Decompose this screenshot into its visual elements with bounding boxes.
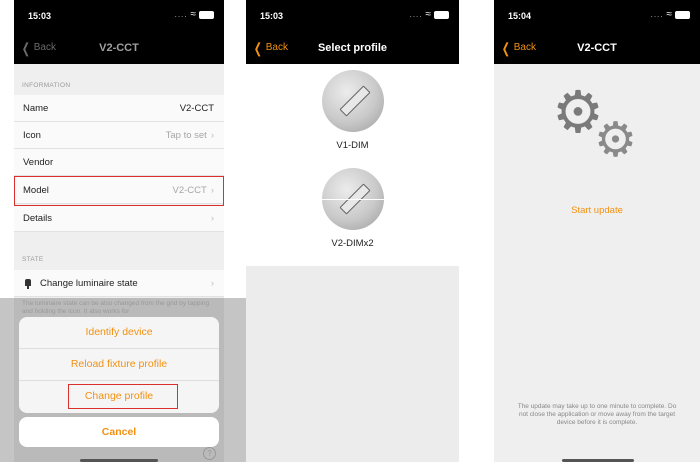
state-note: The luminaire state can be also changed …	[22, 300, 210, 315]
update-screen: 15:04 .... ≈ ❮ Back V2-CCT ⚙ ⚙ Start upd…	[494, 0, 700, 462]
status-bar: 15:04 .... ≈	[494, 0, 700, 34]
empty-area	[246, 266, 459, 462]
profile-name: V2-DIMx2	[331, 238, 374, 249]
page-title: V2-CCT	[577, 42, 617, 54]
row-label: Change luminaire state	[40, 278, 138, 289]
gear-small-icon: ⚙	[594, 114, 638, 167]
identify-device-button[interactable]: Identify device	[19, 317, 219, 348]
chevron-right-icon: ›	[210, 278, 214, 289]
row-value: ›	[207, 278, 214, 289]
row-label: Details	[23, 213, 53, 224]
profile-option-v2-dimx2[interactable]: V2-DIMx2	[246, 168, 459, 249]
select-profile-screen: 15:03 .... ≈ ❮ Back Select profile V1-DI…	[246, 0, 459, 462]
row-name[interactable]: Name V2-CCT	[14, 95, 224, 122]
battery-icon	[199, 10, 214, 19]
profile-option-v1-dim[interactable]: V1-DIM	[246, 70, 459, 151]
row-change-luminaire-state[interactable]: Change luminaire state ›	[14, 270, 224, 297]
row-value: ›	[207, 213, 214, 224]
chevron-right-icon: ›	[210, 213, 214, 224]
row-label: Icon	[23, 130, 41, 141]
signal-icon: ....	[650, 10, 664, 19]
update-info-text: The update may take up to one minute to …	[517, 403, 677, 426]
row-vendor[interactable]: Vendor	[14, 149, 224, 176]
page-title: V2-CCT	[99, 42, 139, 54]
change-profile-highlight	[68, 384, 178, 409]
row-value: V2-CCT	[179, 103, 214, 114]
chevron-right-icon: ›	[210, 130, 214, 141]
fixture-icon	[321, 168, 384, 230]
section-header-information: INFORMATION	[22, 82, 71, 89]
status-time: 15:03	[260, 11, 284, 21]
wifi-icon: ≈	[190, 9, 197, 20]
nav-bar: ❮ Back Select profile	[246, 34, 459, 64]
signal-icon: ....	[409, 10, 423, 19]
wifi-icon: ≈	[666, 9, 673, 20]
nav-bar: ❮ Back V2-CCT	[494, 34, 700, 64]
fixture-icon	[321, 70, 384, 132]
nav-bar: ❮ Back V2-CCT	[14, 34, 224, 64]
row-icon[interactable]: Icon Tap to set ›	[14, 122, 224, 149]
signal-icon: ....	[174, 10, 188, 19]
reload-fixture-profile-button[interactable]: Reload fixture profile	[19, 349, 219, 380]
row-label: Name	[23, 103, 49, 114]
status-bar: 15:03 .... ≈	[246, 0, 459, 34]
page-title: Select profile	[317, 42, 388, 54]
status-icons: .... ≈	[651, 9, 690, 20]
cancel-button[interactable]: Cancel	[19, 417, 219, 447]
battery-icon	[675, 10, 690, 19]
start-update-button[interactable]: Start update	[494, 205, 700, 216]
row-value-text: Tap to set	[165, 130, 207, 141]
battery-icon	[434, 10, 449, 19]
row-label: Vendor	[23, 157, 54, 168]
status-icons: .... ≈	[410, 9, 449, 20]
help-icon[interactable]: ?	[203, 447, 216, 460]
model-row-highlight	[14, 176, 224, 206]
status-bar: 15:03 .... ≈	[14, 0, 224, 34]
row-value: Tap to set ›	[166, 130, 214, 141]
profile-name: V1-DIM	[336, 140, 369, 151]
wifi-icon: ≈	[425, 9, 432, 20]
status-time: 15:03	[28, 11, 52, 21]
status-time: 15:04	[508, 11, 532, 21]
status-icons: .... ≈	[175, 9, 214, 20]
lamp-icon	[25, 279, 31, 289]
section-header-state: STATE	[22, 256, 44, 263]
row-details[interactable]: Details ›	[14, 205, 224, 232]
